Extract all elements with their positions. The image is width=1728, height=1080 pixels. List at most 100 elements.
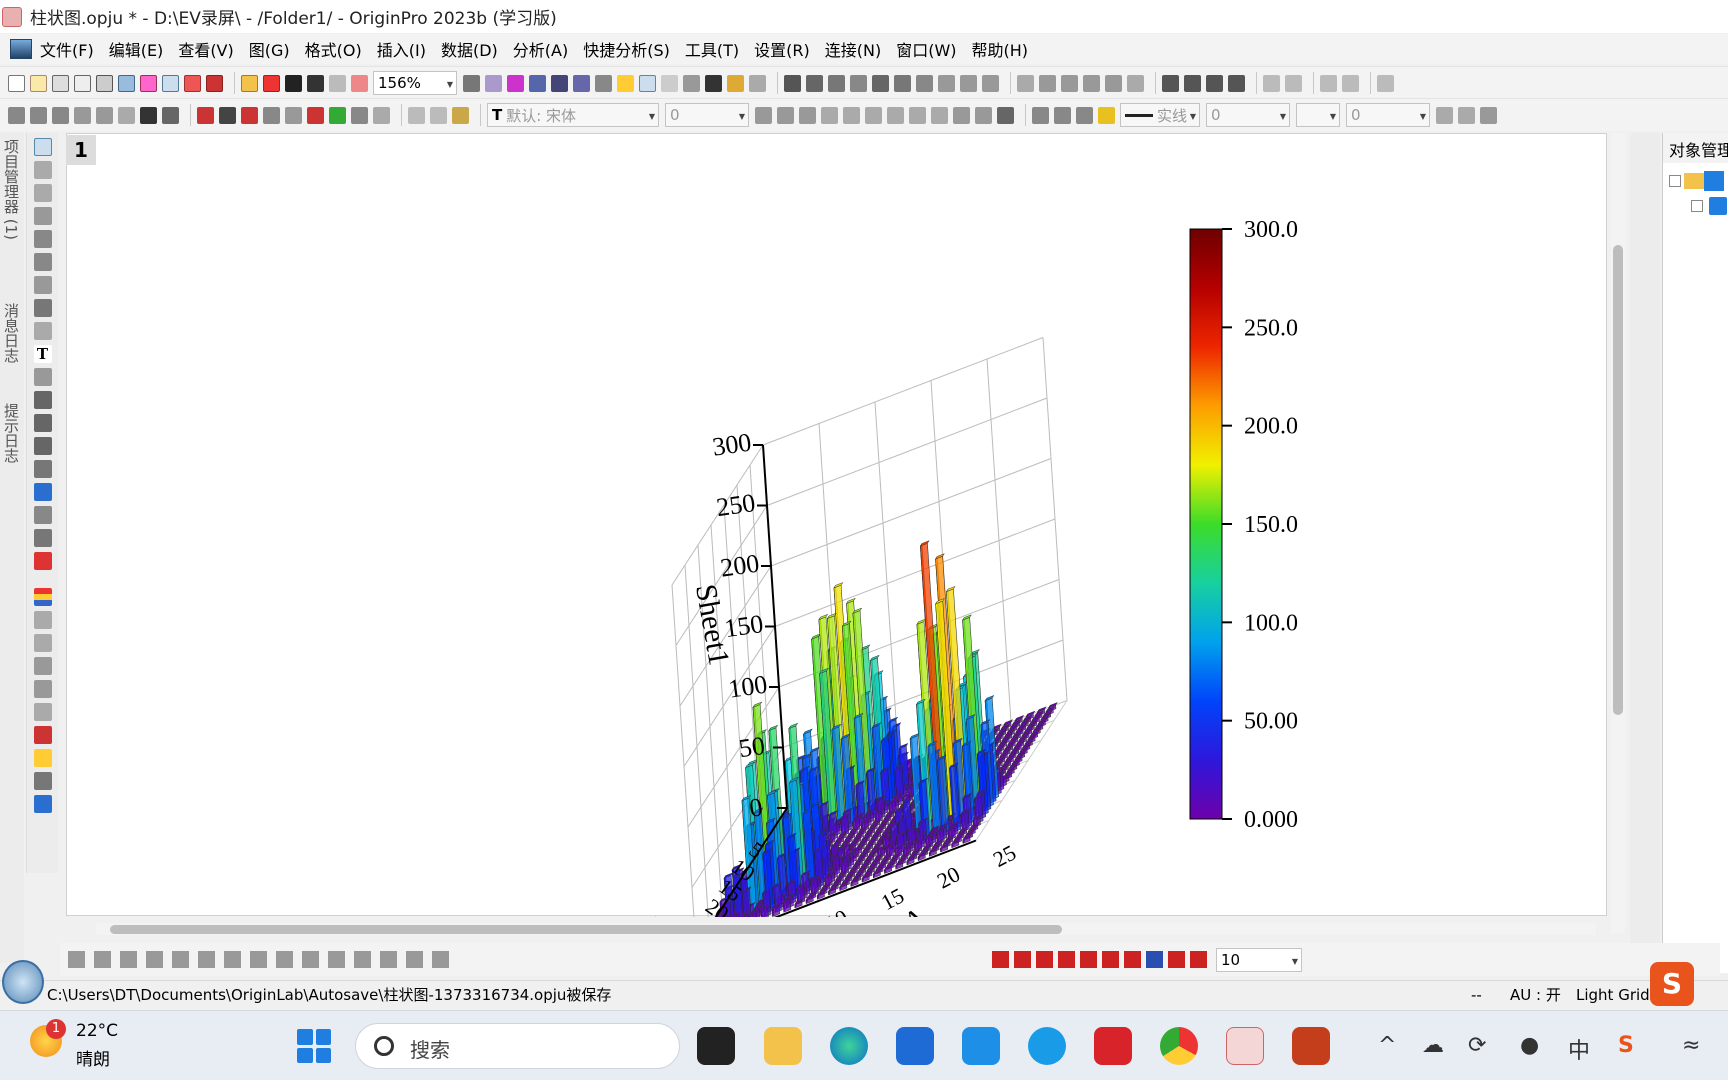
insert-table-icon[interactable] (33, 529, 52, 547)
superscript-icon[interactable] (821, 106, 838, 124)
results-log-icon[interactable] (639, 74, 656, 92)
layer-icon[interactable] (551, 74, 568, 92)
wps-office-icon[interactable] (1094, 1027, 1132, 1065)
arrow-tool-icon[interactable] (33, 391, 52, 409)
rotate-icon[interactable] (351, 106, 368, 124)
add-layer-icon[interactable] (329, 106, 346, 124)
polar-plot-icon[interactable] (250, 951, 267, 968)
z-column-icon[interactable] (1083, 74, 1100, 92)
font-color-icon[interactable] (997, 106, 1014, 124)
insert-graph-icon[interactable] (33, 506, 52, 524)
legend-icon[interactable] (33, 657, 52, 675)
collapse-icon[interactable] (1669, 175, 1681, 187)
bar-style-2-icon[interactable] (1014, 951, 1031, 968)
data-cursor-icon[interactable] (33, 253, 52, 271)
task-view-icon[interactable] (697, 1027, 735, 1065)
command-window-icon[interactable] (683, 74, 700, 92)
vertical-scroll-thumb[interactable] (1613, 245, 1623, 715)
line-tool-icon[interactable] (33, 414, 52, 432)
bar-chart-icon[interactable] (872, 74, 889, 92)
grid-icon[interactable] (1458, 106, 1475, 124)
start-button[interactable] (297, 1029, 331, 1063)
font-size-select[interactable]: 0 ▼ (665, 103, 749, 127)
hand-tool-icon[interactable] (33, 460, 52, 478)
tab-project-explorer[interactable]: 项目管理器 (1) (2, 139, 22, 240)
menu-view[interactable]: 查看(V) (178, 37, 233, 61)
layer-number[interactable]: 1 (66, 135, 96, 165)
chrome-browser-icon[interactable] (1160, 1027, 1198, 1065)
bar-style-1-icon[interactable] (992, 951, 1009, 968)
bar-style-9-icon[interactable] (1168, 951, 1185, 968)
column-chart-icon[interactable] (894, 74, 911, 92)
circle-icon[interactable] (33, 611, 52, 629)
edge-browser-icon[interactable] (830, 1027, 868, 1065)
line-plot-icon[interactable] (68, 951, 85, 968)
unmerge-icon[interactable] (1285, 74, 1302, 92)
stats-icon[interactable] (806, 74, 823, 92)
myhp-icon[interactable] (962, 1027, 1000, 1065)
sync-icon[interactable]: ⟳ (1468, 1033, 1486, 1058)
table-tool-icon[interactable] (33, 772, 52, 790)
apps-icon[interactable] (727, 74, 744, 92)
bar-style-10-icon[interactable] (1190, 951, 1207, 968)
pattern-style-icon[interactable] (1436, 106, 1453, 124)
merge-icon[interactable] (1263, 74, 1280, 92)
merge-graph-icon[interactable] (285, 106, 302, 124)
insert-image-icon[interactable] (33, 726, 52, 744)
wifi-icon[interactable]: ≈ (1682, 1033, 1700, 1058)
new-notes-icon[interactable] (162, 74, 179, 92)
ime-mode-indicator[interactable]: 中 (1568, 1033, 1590, 1065)
add-app-icon[interactable] (749, 74, 766, 92)
menu-graph[interactable]: 图(G) (249, 37, 290, 61)
fill-value-select[interactable]: 0 ▼ (1346, 103, 1430, 127)
histogram-icon[interactable] (850, 74, 867, 92)
script-window-icon[interactable] (661, 74, 678, 92)
screen-reader-icon[interactable] (33, 207, 52, 225)
duplicate-icon[interactable] (329, 74, 346, 92)
group-icon[interactable] (118, 106, 135, 124)
pushpin-icon[interactable] (140, 106, 157, 124)
microsoft-store-icon[interactable] (896, 1027, 934, 1065)
sort-icon[interactable] (828, 74, 845, 92)
column-plot-icon[interactable] (146, 951, 163, 968)
brightness-icon[interactable] (1098, 106, 1115, 124)
code-builder-icon[interactable] (705, 74, 722, 92)
bar-style-4-icon[interactable] (1058, 951, 1075, 968)
new-function-icon[interactable] (118, 74, 135, 92)
open-icon[interactable] (241, 74, 258, 92)
tree-icon[interactable] (595, 74, 612, 92)
draw-data-icon[interactable] (33, 322, 52, 340)
graph-remove-icon[interactable] (96, 106, 113, 124)
supersubscript-icon[interactable] (865, 106, 882, 124)
new-matrix-icon[interactable] (74, 74, 91, 92)
pointer-tool-icon[interactable] (33, 138, 52, 156)
menu-data[interactable]: 数据(D) (441, 37, 498, 61)
table-icon[interactable] (1480, 106, 1497, 124)
save-template-icon[interactable] (307, 74, 324, 92)
cloud-icon[interactable]: ☁ (1422, 1033, 1444, 1058)
rotate-3d-icon[interactable] (33, 276, 52, 294)
formula-icon[interactable] (33, 795, 52, 813)
originpro-icon[interactable] (1226, 1027, 1264, 1065)
folder-icon[interactable] (33, 749, 52, 767)
text-tool-icon[interactable]: T (33, 345, 52, 363)
bar-size-select[interactable]: 10 ▼ (1216, 947, 1302, 972)
template-icon[interactable] (302, 951, 319, 968)
bar-style-6-icon[interactable] (1102, 951, 1119, 968)
rectangle-tool-icon[interactable] (33, 437, 52, 455)
tab-hint-log[interactable]: 提示日志 (2, 403, 22, 463)
help-icon[interactable] (1028, 1027, 1066, 1065)
rescale-icon[interactable] (573, 74, 590, 92)
color-scale-icon[interactable] (33, 588, 52, 606)
increase-font-icon[interactable] (909, 106, 926, 124)
box-chart-icon[interactable] (916, 74, 933, 92)
extract-icon[interactable] (307, 106, 324, 124)
menu-window[interactable]: 窗口(W) (896, 37, 956, 61)
refresh-icon[interactable] (351, 74, 368, 92)
paste-icon[interactable] (452, 106, 469, 124)
zoom-in-tool-icon[interactable] (33, 161, 52, 179)
bar-style-5-icon[interactable] (1080, 951, 1097, 968)
tab-message-log[interactable]: 消息日志 (2, 303, 22, 363)
graph-window[interactable]: 0501001502002503005101520253035051015202… (66, 133, 1607, 986)
weather-condition[interactable]: 晴朗 (76, 1045, 110, 1070)
